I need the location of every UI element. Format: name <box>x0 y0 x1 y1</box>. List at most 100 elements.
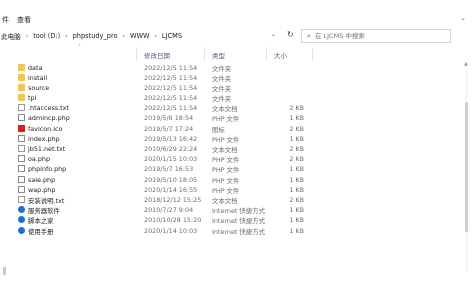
ribbon-tab-file[interactable]: 件 <box>2 15 9 25</box>
file-name: .htaccess.txt <box>28 104 69 113</box>
breadcrumb-phpstudy[interactable]: phpstudy_pro <box>72 32 119 40</box>
php-file-icon <box>18 114 25 122</box>
file-type: 文本文档 <box>212 146 238 154</box>
pane-resize-handle[interactable] <box>3 267 6 275</box>
php-file-icon <box>18 134 25 142</box>
breadcrumb-separator: › <box>25 32 29 40</box>
file-date: 2018/12/12 15:25 <box>144 195 202 204</box>
file-date: 2020/1/14 10:03 <box>144 226 198 235</box>
file-size: 1 KB <box>289 185 304 194</box>
file-name: install <box>28 73 48 82</box>
file-name: tpl <box>28 94 37 103</box>
breadcrumb-drive[interactable]: tool (D:) <box>32 32 61 40</box>
file-row[interactable]: index.php 2019/5/13 16:42 PHP 文件 1 KB <box>12 134 452 144</box>
file-row[interactable]: admincp.php 2019/5/6 18:54 PHP 文件 1 KB <box>12 114 452 124</box>
file-name: 服务器软件 <box>28 207 60 216</box>
ico-file-icon <box>18 124 25 132</box>
file-date: 2019/5/6 18:54 <box>144 114 194 123</box>
file-row[interactable]: phpinfo.php 2019/5/7 16:53 PHP 文件 1 KB <box>12 165 452 175</box>
file-date: 2022/12/5 11:54 <box>144 63 198 72</box>
file-date: 2022/12/5 11:54 <box>144 73 198 82</box>
navigation-pane-strip <box>0 47 12 285</box>
file-size: 1 KB <box>289 226 304 235</box>
file-row[interactable]: oa.php 2020/1/15 10:03 PHP 文件 2 KB <box>12 155 452 165</box>
file-row[interactable]: source 2022/12/5 11:54 文件夹 <box>12 83 452 93</box>
column-divider[interactable] <box>312 47 313 61</box>
breadcrumb-separator: › <box>122 32 125 40</box>
file-date: 2010/10/28 15:20 <box>144 216 202 225</box>
file-name: admincp.php <box>28 114 70 123</box>
breadcrumb-separator: › <box>154 32 157 40</box>
column-header-size[interactable]: 大小 <box>274 50 287 60</box>
file-type: Internet 快捷方式 <box>212 227 265 236</box>
file-row[interactable]: .htaccess.txt 2022/12/5 11:54 文本文档 2 KB <box>12 104 452 114</box>
chevron-down-icon[interactable]: ⌄ <box>460 14 466 22</box>
column-divider[interactable] <box>266 47 267 61</box>
file-type: PHP 文件 <box>212 156 240 165</box>
file-date: 2019/5/7 17:24 <box>144 124 194 133</box>
php-file-icon <box>18 155 25 163</box>
file-date: 2010/7/27 9:04 <box>144 206 194 215</box>
scroll-up-icon[interactable]: ▲ <box>464 61 468 67</box>
file-name: sale.php <box>28 175 56 184</box>
file-date: 2020/1/15 10:03 <box>144 155 198 164</box>
file-row[interactable]: 脚本之家 2010/10/28 15:20 Internet 快捷方式 1 KB <box>12 216 452 226</box>
text-file-icon <box>18 195 25 203</box>
file-name: jb51.net.txt <box>28 145 66 153</box>
address-bar-row: 此电脑 › tool (D:) › phpstudy_pro › WWW › L… <box>0 28 474 46</box>
sort-chevron-icon: ˄ <box>78 44 81 51</box>
file-size: 2 KB <box>289 155 304 164</box>
file-row[interactable]: wap.php 2020/1/14 16:55 PHP 文件 1 KB <box>12 185 452 195</box>
file-row[interactable]: sale.php 2019/5/10 18:05 PHP 文件 1 KB <box>12 175 452 185</box>
file-size: 2 KB <box>289 195 304 204</box>
file-row[interactable]: 使用手册 2020/1/14 10:03 Internet 快捷方式 1 KB <box>12 226 452 236</box>
ribbon-tab-view[interactable]: 查看 <box>17 15 31 25</box>
file-row[interactable]: 安装说明.txt 2018/12/12 15:25 文本文档 2 KB <box>12 195 452 205</box>
file-name: 使用手册 <box>28 227 54 236</box>
column-divider[interactable] <box>204 47 205 61</box>
file-row[interactable]: data 2022/12/5 11:54 文件夹 <box>12 63 452 73</box>
php-file-icon <box>18 175 25 183</box>
file-row[interactable]: tpl 2022/12/5 11:54 文件夹 <box>12 94 452 104</box>
file-name: source <box>28 83 50 92</box>
column-headers: ˄ 修改日期 类型 大小 <box>12 44 474 61</box>
internet-shortcut-icon <box>18 206 25 214</box>
chevron-down-icon[interactable]: ⌄ <box>271 31 276 38</box>
vertical-scrollbar[interactable]: ▲ <box>460 47 474 285</box>
file-date: 2019/5/13 16:42 <box>144 134 198 143</box>
breadcrumb-this-pc[interactable]: 此电脑 <box>0 31 22 41</box>
file-row[interactable]: 服务器软件 2010/7/27 9:04 Internet 快捷方式 1 KB <box>12 206 452 216</box>
search-box[interactable]: ⌕ <box>301 29 451 43</box>
text-file-icon <box>18 104 25 112</box>
refresh-icon[interactable]: ↻ <box>287 30 294 39</box>
file-row[interactable]: favicon.ico 2019/5/7 17:24 图标 2 KB <box>12 124 452 134</box>
folder-icon <box>18 73 25 81</box>
column-divider[interactable] <box>136 47 137 61</box>
file-size: 2 KB <box>289 145 304 153</box>
file-date: 2019/5/10 18:05 <box>144 175 198 184</box>
folder-icon <box>18 94 25 102</box>
file-list: data 2022/12/5 11:54 文件夹 install 2022/12/5 1… <box>12 63 452 236</box>
file-size: 2 KB <box>289 104 304 113</box>
breadcrumb-www[interactable]: WWW <box>129 32 151 40</box>
file-type: PHP 文件 <box>212 135 240 144</box>
column-header-type[interactable]: 类型 <box>212 50 225 60</box>
file-type: 文件夹 <box>212 84 232 93</box>
breadcrumb-ljcms[interactable]: LJCMS <box>161 32 183 40</box>
file-name: oa.php <box>28 155 51 164</box>
file-name: 安装说明.txt <box>28 196 65 205</box>
breadcrumb-separator: › <box>65 32 68 40</box>
file-type: 文件夹 <box>212 74 232 83</box>
search-input[interactable] <box>310 32 445 40</box>
file-type: 图标 <box>212 125 225 134</box>
breadcrumb[interactable]: 此电脑 › tool (D:) › phpstudy_pro › WWW › L… <box>0 29 280 43</box>
file-type: PHP 文件 <box>212 186 240 195</box>
file-date: 2022/12/5 11:54 <box>144 83 198 92</box>
file-row[interactable]: install 2022/12/5 11:54 文件夹 <box>12 73 452 83</box>
file-type: PHP 文件 <box>212 176 240 185</box>
file-date: 2019/5/7 16:53 <box>144 165 194 174</box>
column-header-date[interactable]: 修改日期 <box>144 50 170 60</box>
file-row[interactable]: jb51.net.txt 2010/6/29 22:24 文本文档 2 KB <box>12 145 452 155</box>
file-date: 2010/6/29 22:24 <box>144 145 198 153</box>
scroll-thumb[interactable] <box>465 102 468 232</box>
